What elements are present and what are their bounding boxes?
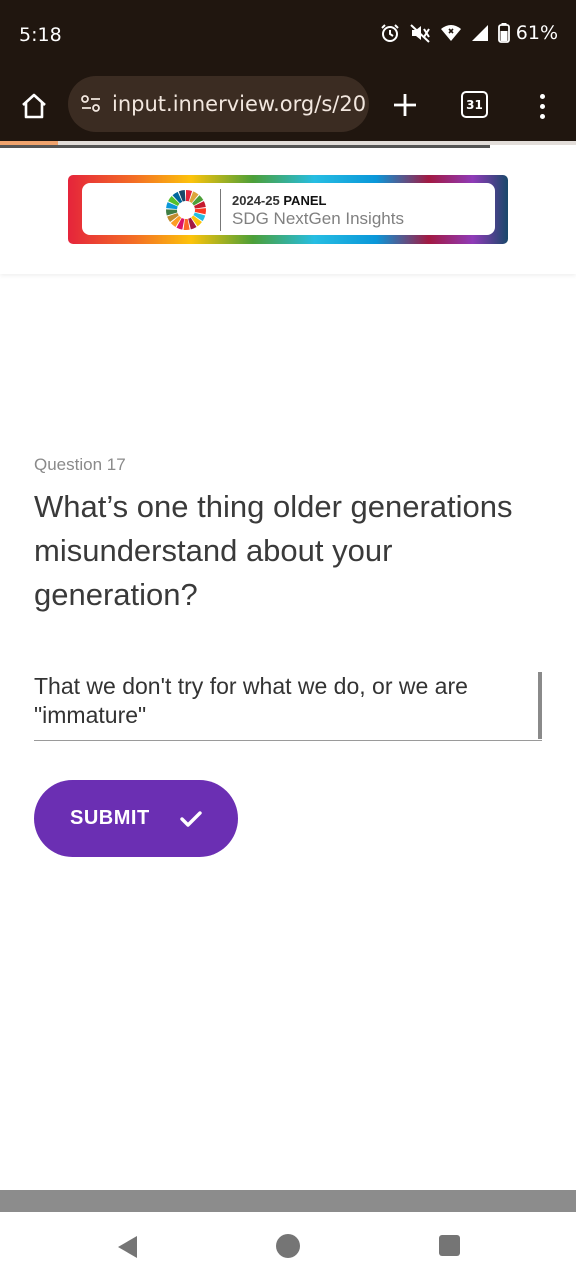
new-tab-icon [394, 94, 416, 116]
system-navigation-bar [0, 1212, 576, 1280]
banner-divider [220, 189, 221, 231]
alarm-icon [381, 24, 399, 42]
mute-icon [410, 24, 430, 43]
question-number: Question 17 [34, 455, 126, 474]
url-text[interactable]: input.innerview.org/s/20 [112, 92, 366, 116]
signal-icon [471, 25, 488, 41]
overflow-menu-icon[interactable] [530, 88, 554, 124]
home-button[interactable] [16, 88, 52, 124]
submit-label: SUBMIT [70, 807, 150, 829]
panel-label: PANEL [283, 193, 327, 208]
survey-header: 2024-25 PANEL SDG NextGen Insights [0, 148, 576, 274]
answer-textarea[interactable]: That we don't try for what we do, or we … [34, 672, 542, 741]
back-icon[interactable] [115, 1234, 139, 1260]
status-time: 5:18 [19, 24, 62, 46]
panel-year-text: 2024-25 [232, 193, 280, 208]
panel-year: 2024-25 PANEL [232, 193, 326, 208]
panel-title: SDG NextGen Insights [232, 209, 404, 228]
sdg-wheel-icon [166, 190, 206, 230]
bottom-strip [0, 1190, 576, 1212]
battery-percent: 61% [515, 22, 558, 44]
wifi-icon [440, 25, 461, 41]
checkmark-icon [179, 810, 202, 828]
battery-icon [497, 23, 510, 43]
home-nav-icon[interactable] [276, 1234, 300, 1258]
tab-count: 31 [466, 97, 483, 112]
status-icons: 61% [380, 22, 558, 44]
status-bar: 5:18 61% [0, 0, 576, 70]
home-icon [22, 93, 46, 119]
recents-icon[interactable] [439, 1235, 460, 1256]
question-text: What’s one thing older generations misun… [34, 489, 513, 612]
submit-button[interactable]: SUBMIT [34, 780, 238, 857]
new-tab-button[interactable] [388, 88, 422, 122]
url-bar[interactable]: input.innerview.org/s/20 [68, 76, 369, 132]
site-settings-icon[interactable] [80, 94, 102, 114]
panel-logo-banner: 2024-25 PANEL SDG NextGen Insights [68, 175, 508, 244]
tabs-icon[interactable]: 31 [461, 91, 488, 118]
answer-scrollbar[interactable] [538, 672, 542, 739]
browser-toolbar: input.innerview.org/s/20 31 [0, 70, 576, 142]
answer-text[interactable]: That we don't try for what we do, or we … [34, 672, 519, 730]
banner-inner: 2024-25 PANEL SDG NextGen Insights [82, 183, 495, 235]
